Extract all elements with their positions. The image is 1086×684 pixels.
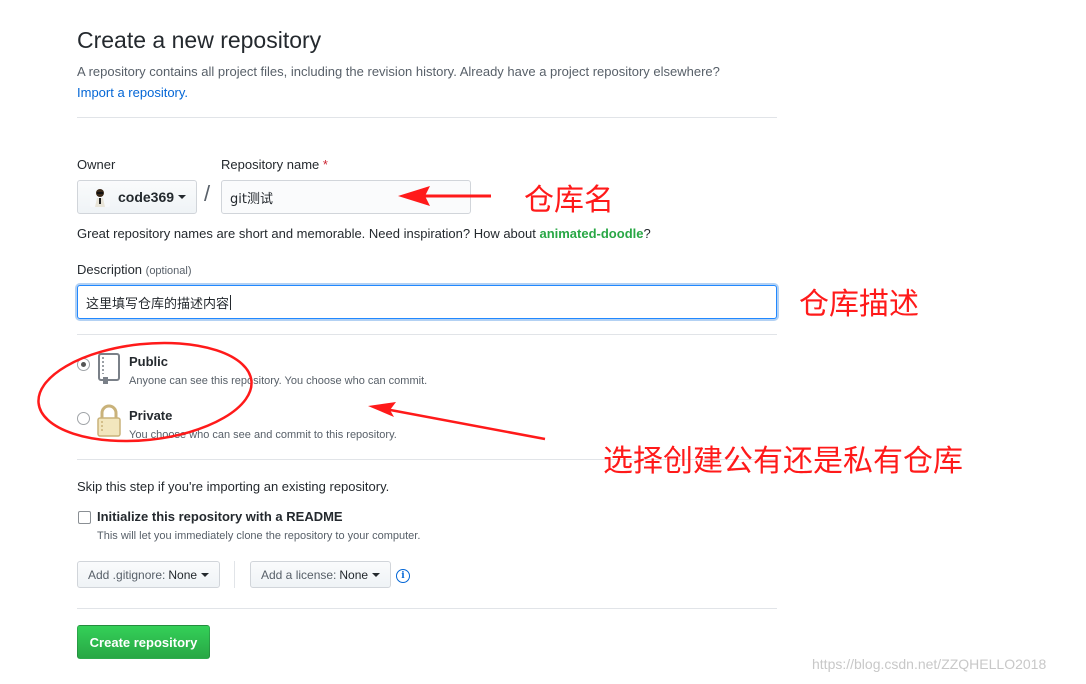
annotation-description: 仓库描述 <box>799 287 919 322</box>
description-input[interactable]: 这里填写仓库的描述内容 <box>77 285 777 319</box>
description-label-text: Description <box>77 262 143 277</box>
hint-prefix: Great repository names are short and mem… <box>77 226 540 241</box>
chevron-down-icon <box>372 572 381 577</box>
info-icon[interactable]: i <box>396 569 410 583</box>
annotation-repo-name: 仓库名 <box>524 183 614 218</box>
submit-divider <box>77 608 777 609</box>
readme-checkbox[interactable] <box>78 511 91 524</box>
public-title: Public <box>129 354 169 369</box>
readme-title: Initialize this repository with a README <box>97 509 343 524</box>
license-value: None <box>339 567 369 582</box>
lock-icon <box>96 404 122 441</box>
repo-name-label: Repository name * <box>221 157 328 172</box>
select-separator <box>234 561 235 588</box>
repo-name-label-text: Repository name <box>221 157 320 172</box>
owner-select-button[interactable]: code369 <box>77 180 197 214</box>
skip-note: Skip this step if you're importing an ex… <box>77 479 390 494</box>
header-divider <box>77 117 777 118</box>
required-mark: * <box>322 157 328 172</box>
repo-name-hint: Great repository names are short and mem… <box>77 226 651 241</box>
import-repository-link[interactable]: Import a repository. <box>77 85 188 100</box>
readme-description: This will let you immediately clone the … <box>97 530 421 542</box>
chevron-down-icon <box>201 572 210 577</box>
gitignore-select-button[interactable]: Add .gitignore: None <box>77 561 221 588</box>
description-divider <box>77 334 777 335</box>
private-description: You choose who can see and commit to thi… <box>129 429 397 441</box>
repo-name-value: git测试 <box>230 191 273 207</box>
name-suggestion[interactable]: animated-doodle <box>539 226 643 241</box>
public-radio[interactable] <box>77 358 90 371</box>
page-title: Create a new repository <box>77 27 322 53</box>
gitignore-label: Add .gitignore: <box>88 567 166 582</box>
owner-name: code369 <box>118 189 175 205</box>
optional-tag: (optional) <box>145 265 192 277</box>
private-title: Private <box>129 408 173 423</box>
license-select-button[interactable]: Add a license: None <box>250 561 392 588</box>
description-value: 这里填写仓库的描述内容 <box>86 296 230 312</box>
create-repository-button[interactable]: Create repository <box>77 625 210 659</box>
hint-suffix: ? <box>643 226 651 241</box>
gitignore-value: None <box>168 567 198 582</box>
public-description: Anyone can see this repository. You choo… <box>129 375 428 387</box>
text-cursor <box>230 294 232 310</box>
repo-name-input[interactable]: git测试 <box>221 180 471 214</box>
watermark: https://blog.csdn.net/ZZQHELLO2018 <box>812 656 1047 672</box>
owner-repo-separator: / <box>204 181 211 206</box>
private-radio[interactable] <box>77 412 90 425</box>
chevron-down-icon <box>178 195 187 199</box>
owner-label: Owner <box>77 157 116 172</box>
repo-book-icon <box>97 352 121 387</box>
subtitle-text: A repository contains all project files,… <box>77 64 720 79</box>
page-subtitle: A repository contains all project files,… <box>77 61 777 103</box>
license-label: Add a license: <box>261 567 337 582</box>
annotation-visibility: 选择创建公有还是私有仓库 <box>603 444 963 479</box>
description-label: Description (optional) <box>77 262 192 277</box>
avatar <box>90 187 110 207</box>
